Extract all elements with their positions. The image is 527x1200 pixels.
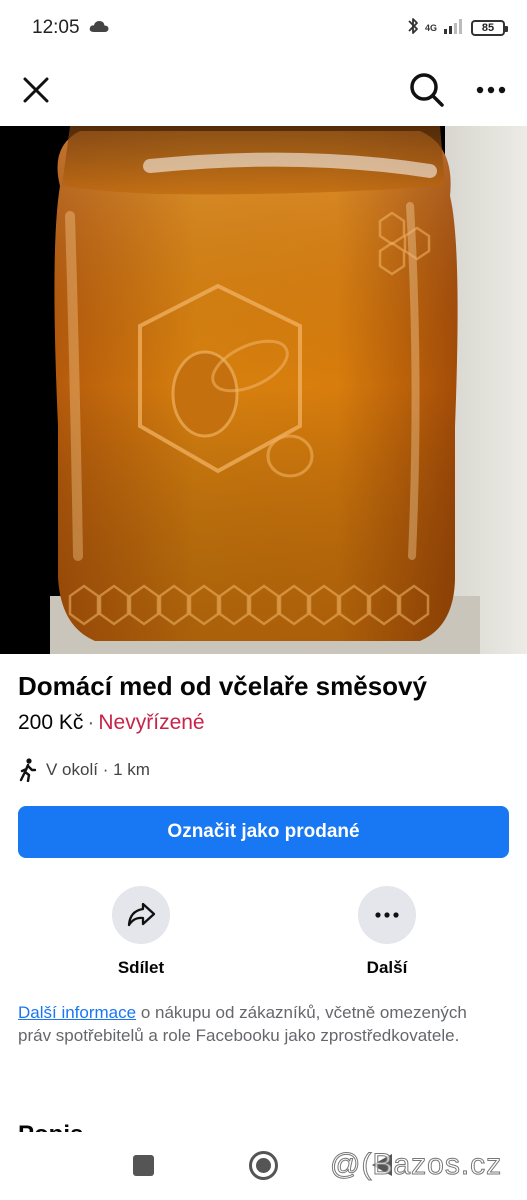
share-arrow-icon <box>127 902 156 927</box>
more-button[interactable] <box>358 886 416 944</box>
price-line: 200 Kč · Nevyřízené <box>18 711 205 735</box>
walking-person-icon <box>19 758 37 782</box>
status-icons: 4G 85 <box>407 16 508 41</box>
listing-title: Domácí med od včelaře směsový <box>18 671 427 701</box>
home-button[interactable] <box>249 1151 278 1180</box>
network-label: 4G <box>424 22 437 33</box>
more-options-button[interactable] <box>468 68 514 112</box>
purchase-info-text: Další informace o nákupu od zákazníků, v… <box>18 1001 488 1047</box>
listing-status[interactable]: Nevyřízené <box>98 711 204 734</box>
status-bar: 12:05 4G 85 <box>0 0 527 56</box>
share-button[interactable] <box>112 886 170 944</box>
location-text: V okolí · 1 km <box>46 760 150 779</box>
listing-price: 200 Kč <box>18 711 84 734</box>
location-line: V okolí · 1 km <box>18 757 150 783</box>
search-button[interactable] <box>404 67 450 113</box>
close-button[interactable] <box>14 68 58 112</box>
share-label: Sdílet <box>117 958 165 977</box>
bluetooth-icon <box>407 16 419 41</box>
price-separator: · <box>87 711 95 734</box>
close-icon <box>23 77 49 103</box>
more-label: Další <box>366 958 408 977</box>
share-action[interactable]: Sdílet <box>76 886 206 978</box>
top-app-bar <box>0 56 527 126</box>
mark-as-sold-button[interactable]: Označit jako prodané <box>18 806 509 858</box>
battery-level: 85 <box>481 22 495 34</box>
honey-jar-photo <box>0 126 527 654</box>
product-photo[interactable] <box>0 126 527 654</box>
navigation-bar: @(Bazos.cz <box>0 1132 527 1200</box>
signal-icon <box>443 17 465 40</box>
more-info-link[interactable]: Další informace <box>18 1003 136 1022</box>
status-time: 12:05 <box>32 17 80 38</box>
battery-icon: 85 <box>471 20 508 36</box>
more-action[interactable]: Další <box>322 886 452 978</box>
watermark: @(Bazos.cz <box>329 1148 503 1182</box>
more-icon <box>476 86 506 94</box>
more-icon <box>375 912 399 918</box>
recents-button[interactable] <box>133 1155 154 1176</box>
search-icon <box>410 73 444 107</box>
cloud-icon <box>89 20 109 38</box>
